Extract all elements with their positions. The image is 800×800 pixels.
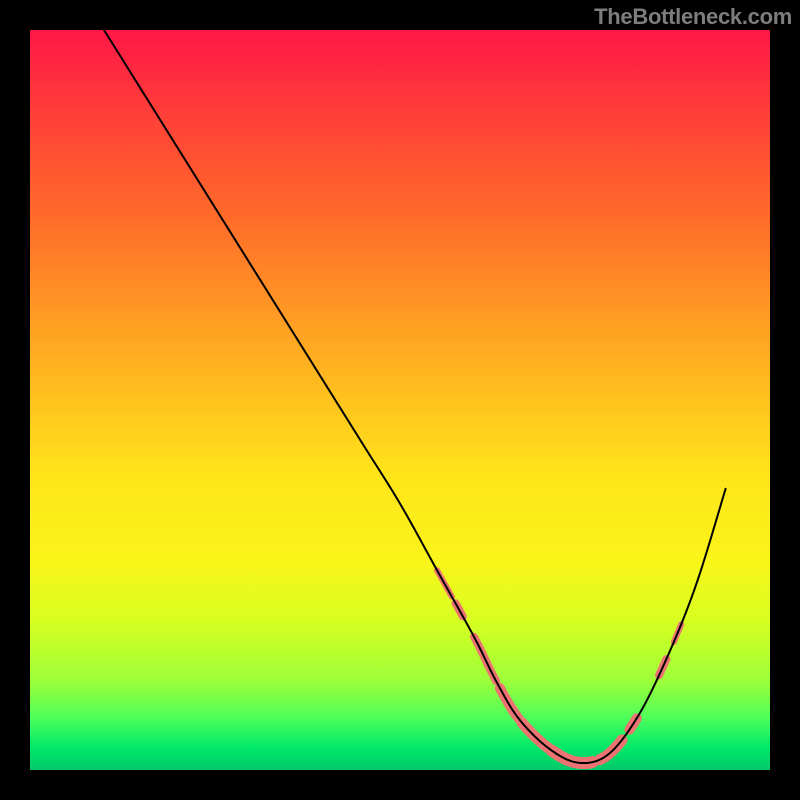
attribution-text: TheBottleneck.com — [594, 4, 792, 30]
highlight-bands-group — [437, 570, 681, 763]
bottleneck-curve — [104, 30, 726, 763]
chart-svg — [30, 30, 770, 770]
curve-group — [104, 30, 726, 763]
chart-plot-area — [30, 30, 770, 770]
